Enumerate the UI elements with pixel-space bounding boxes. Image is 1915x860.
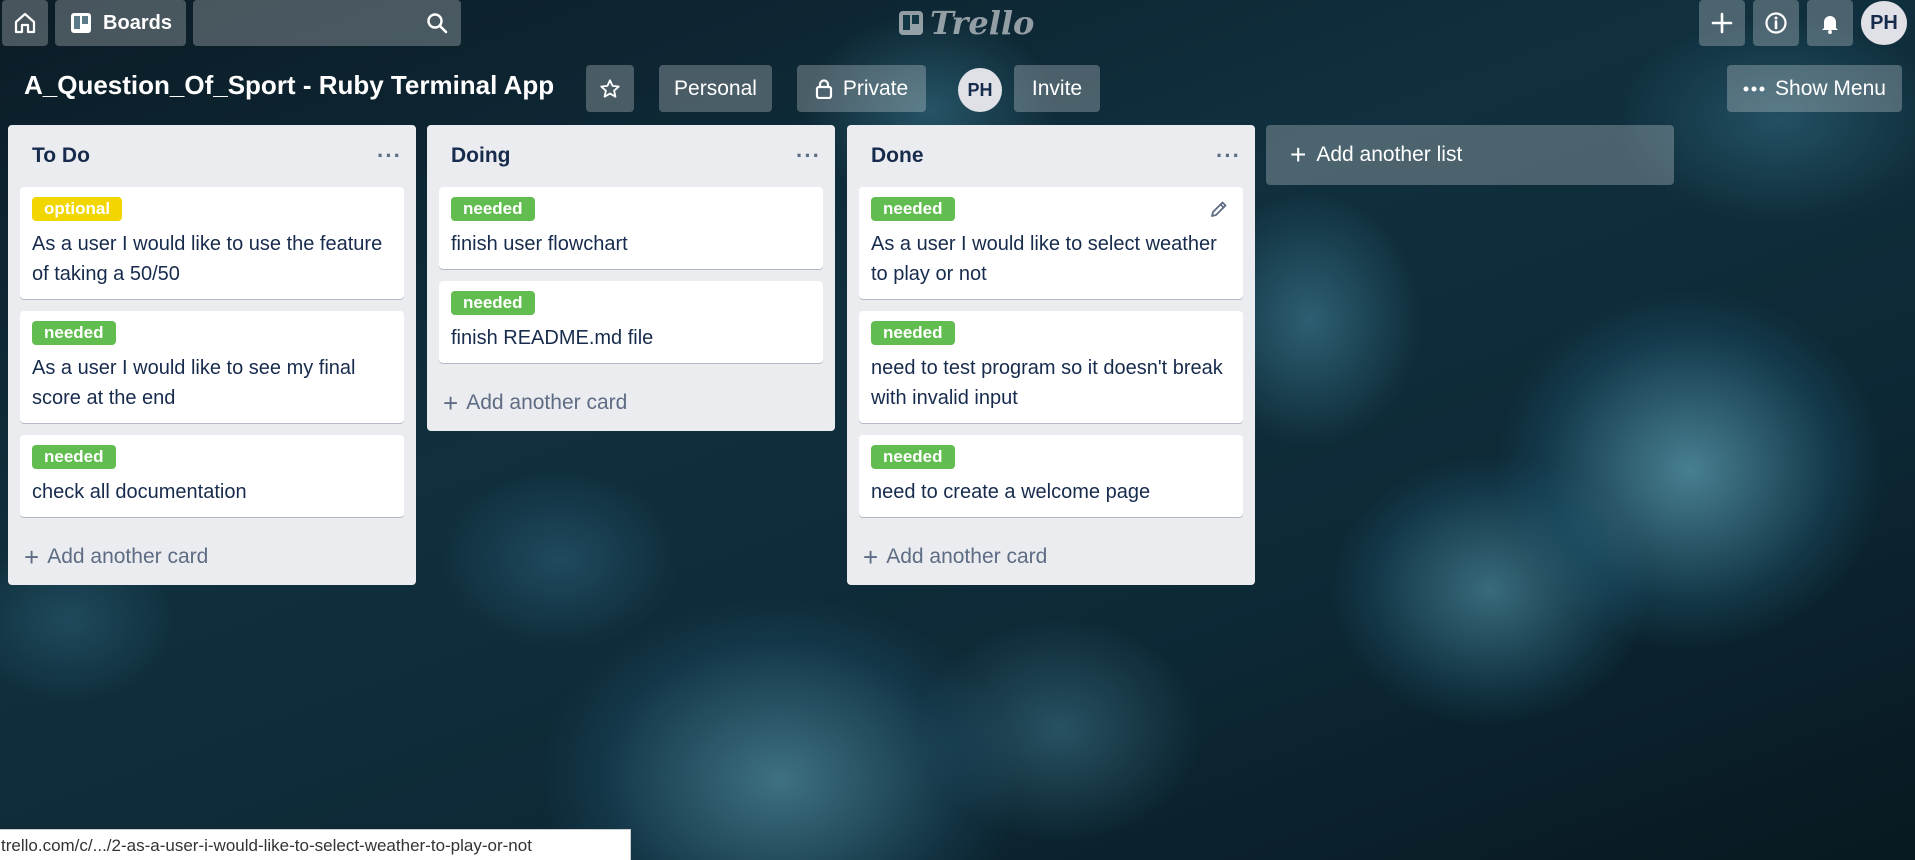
card-title: As a user I would like to use the featur… — [32, 233, 383, 285]
card-title: need to test program so it doesn't break… — [871, 357, 1223, 409]
trello-logo[interactable]: Trello — [898, 4, 1034, 42]
card-label: needed — [32, 445, 116, 469]
star-button[interactable] — [586, 65, 634, 112]
list-title[interactable]: Doing — [451, 144, 510, 168]
card-title: As a user I would like to see my final s… — [32, 357, 356, 409]
card[interactable]: needed check all documentation — [20, 435, 404, 517]
card-label: needed — [451, 291, 535, 315]
add-card-button[interactable]: + Add another card — [427, 375, 835, 431]
card-label: needed — [871, 445, 955, 469]
add-list-label: Add another list — [1316, 143, 1463, 166]
search-icon — [427, 13, 448, 34]
board-member-avatar[interactable]: PH — [958, 68, 1002, 112]
boards-button[interactable]: Boards — [55, 0, 186, 46]
list-title[interactable]: To Do — [32, 144, 90, 168]
list-menu-icon[interactable]: ··· — [1216, 143, 1241, 169]
show-menu-label: Show Menu — [1775, 76, 1886, 100]
card[interactable]: needed As a user I would like to select … — [859, 187, 1243, 299]
boards-icon — [71, 13, 92, 33]
plus-icon — [1711, 12, 1733, 34]
bell-icon — [1822, 16, 1838, 34]
home-icon — [14, 12, 36, 34]
plus-icon: + — [863, 541, 879, 572]
add-list-button[interactable]: + Add another list — [1266, 125, 1674, 185]
card[interactable]: needed need to create a welcome page — [859, 435, 1243, 517]
card-label: needed — [32, 321, 116, 345]
card-label: needed — [451, 197, 535, 221]
list-header: To Do ··· — [8, 125, 416, 187]
lock-icon — [815, 78, 832, 99]
card[interactable]: optional As a user I would like to use t… — [20, 187, 404, 299]
notifications-button[interactable] — [1807, 0, 1853, 46]
list-header: Done ··· — [847, 125, 1255, 187]
list-header: Doing ··· — [427, 125, 835, 187]
plus-icon: + — [1290, 139, 1307, 170]
trello-logo-text: Trello — [930, 4, 1035, 42]
list-done: Done ··· needed As a user I would like t… — [847, 125, 1255, 585]
user-avatar[interactable]: PH — [1861, 1, 1907, 45]
list-menu-icon[interactable]: ··· — [377, 143, 402, 169]
add-card-button[interactable]: + Add another card — [8, 529, 416, 585]
top-nav: Boards Trello PH — [0, 0, 1915, 46]
show-menu-button[interactable]: Show Menu — [1727, 65, 1902, 112]
invite-button[interactable]: Invite — [1014, 65, 1100, 112]
card-title: finish user flowchart — [451, 233, 628, 255]
add-card-label: Add another card — [466, 391, 628, 414]
plus-icon: + — [24, 541, 40, 572]
list-menu-icon[interactable]: ··· — [796, 143, 821, 169]
card-label: needed — [871, 321, 955, 345]
card-title: need to create a welcome page — [871, 481, 1151, 503]
more-dots-icon — [1743, 86, 1765, 91]
card-title: check all documentation — [32, 481, 247, 503]
boards-label: Boards — [103, 11, 172, 34]
home-button[interactable] — [2, 0, 48, 46]
info-icon — [1765, 12, 1787, 34]
star-icon — [600, 78, 620, 98]
privacy-button[interactable]: Private — [797, 65, 926, 112]
add-card-button[interactable]: + Add another card — [847, 529, 1255, 585]
card-title: As a user I would like to select weather… — [871, 233, 1217, 285]
card[interactable]: needed As a user I would like to see my … — [20, 311, 404, 423]
board-title[interactable]: A_Question_Of_Sport - Ruby Terminal App — [24, 70, 554, 101]
create-button[interactable] — [1699, 0, 1745, 46]
trello-logo-icon — [899, 11, 923, 35]
card[interactable]: needed need to test program so it doesn'… — [859, 311, 1243, 423]
list-to-do: To Do ··· optional As a user I would lik… — [8, 125, 416, 585]
list-doing: Doing ··· needed finish user flowchart n… — [427, 125, 835, 431]
list-title[interactable]: Done — [871, 144, 924, 168]
link-status-bar: trello.com/c/.../2-as-a-user-i-would-lik… — [0, 829, 631, 860]
search-field[interactable] — [193, 0, 461, 46]
card[interactable]: needed finish user flowchart — [439, 187, 823, 269]
card-label: needed — [871, 197, 955, 221]
team-visibility-button[interactable]: Personal — [659, 65, 772, 112]
card-title: finish README.md file — [451, 327, 654, 349]
privacy-label: Private — [842, 76, 909, 100]
card-label: optional — [32, 197, 123, 221]
info-button[interactable] — [1753, 0, 1799, 46]
pencil-icon[interactable] — [1209, 199, 1229, 219]
plus-icon: + — [443, 387, 459, 418]
add-card-label: Add another card — [47, 545, 209, 568]
card[interactable]: needed finish README.md file — [439, 281, 823, 363]
add-card-label: Add another card — [886, 545, 1048, 568]
